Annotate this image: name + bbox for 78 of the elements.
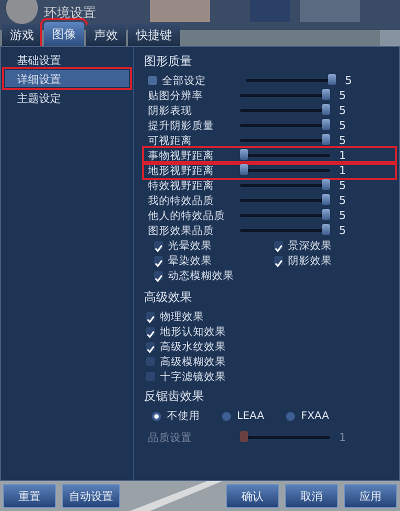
slider-label: 阴影表现 bbox=[148, 104, 193, 118]
slider-label: 事物视野距离 bbox=[148, 148, 215, 162]
slider-thumb[interactable] bbox=[322, 119, 330, 130]
checkbox-label: 地形认知效果 bbox=[160, 324, 226, 338]
checkbox[interactable] bbox=[146, 357, 155, 366]
radio-button[interactable] bbox=[286, 412, 296, 420]
radio-label: FXAA bbox=[301, 410, 330, 422]
radio-button[interactable] bbox=[222, 412, 231, 420]
action-button[interactable]: 应用 bbox=[344, 484, 397, 508]
slider-thumb[interactable] bbox=[322, 104, 330, 115]
checkbox-label: 晕染效果 bbox=[168, 254, 212, 268]
checkbox[interactable] bbox=[148, 76, 157, 85]
slider-label: 我的特效品质 bbox=[148, 194, 215, 208]
checkbox[interactable] bbox=[274, 241, 283, 250]
tab[interactable]: 声效 bbox=[86, 24, 126, 46]
sidebar-item[interactable]: 主题设定 bbox=[5, 89, 129, 106]
slider-value: 5 bbox=[344, 74, 352, 87]
slider-value: 5 bbox=[338, 194, 346, 207]
slider-label: 品质设置 bbox=[148, 430, 193, 444]
slider-thumb[interactable] bbox=[322, 209, 330, 220]
slider-label: 提升阴影质量 bbox=[148, 118, 215, 132]
radio-label: LEAA bbox=[237, 410, 264, 422]
checkbox[interactable] bbox=[274, 256, 283, 265]
section-heading: 高级效果 bbox=[144, 289, 193, 306]
tab[interactable]: 游戏 bbox=[2, 24, 42, 46]
section-heading: 图形质量 bbox=[144, 53, 193, 70]
slider-value: 5 bbox=[338, 134, 346, 147]
radio-button[interactable] bbox=[152, 412, 161, 420]
slider-thumb[interactable] bbox=[240, 164, 248, 175]
tab[interactable]: 图像 bbox=[44, 22, 84, 46]
checkbox[interactable] bbox=[146, 372, 155, 381]
slider-value: 5 bbox=[338, 179, 346, 192]
checkbox[interactable] bbox=[154, 256, 163, 265]
slider-thumb[interactable] bbox=[322, 89, 330, 100]
slider-thumb[interactable] bbox=[328, 74, 336, 85]
slider-thumb[interactable] bbox=[322, 179, 330, 190]
slider-label: 地形视野距离 bbox=[148, 164, 215, 178]
checkbox[interactable] bbox=[146, 312, 155, 321]
sidebar-item[interactable]: 详细设置 bbox=[5, 70, 129, 87]
checkbox[interactable] bbox=[146, 327, 155, 336]
checkbox[interactable] bbox=[146, 342, 155, 351]
slider-thumb[interactable] bbox=[322, 134, 330, 145]
checkbox-label: 动态模糊效果 bbox=[168, 268, 234, 282]
tab[interactable]: 快捷键 bbox=[128, 24, 180, 46]
slider-thumb[interactable] bbox=[322, 224, 330, 235]
slider-value: 5 bbox=[338, 224, 346, 237]
action-button[interactable]: 取消 bbox=[285, 484, 338, 508]
action-button[interactable]: 确认 bbox=[226, 484, 279, 508]
slider-label: 贴图分辨率 bbox=[148, 88, 204, 102]
slider-thumb[interactable] bbox=[322, 194, 330, 205]
slider-label: 可视距离 bbox=[148, 134, 193, 148]
slider-value: 5 bbox=[338, 209, 346, 222]
checkbox-label: 高级水纹效果 bbox=[160, 340, 226, 354]
checkbox-label: 景深效果 bbox=[288, 238, 332, 252]
checkbox-label: 高级模糊效果 bbox=[160, 354, 226, 368]
checkbox[interactable] bbox=[154, 271, 163, 280]
window-title: 环境设置 bbox=[44, 5, 96, 22]
slider-label: 图形效果品质 bbox=[148, 224, 215, 238]
sidebar-item[interactable]: 基础设置 bbox=[5, 51, 129, 68]
slider-value: 5 bbox=[338, 119, 346, 132]
checkbox-label: 物理效果 bbox=[160, 310, 204, 324]
checkbox-label: 阴影效果 bbox=[288, 254, 332, 268]
slider-value: 1 bbox=[338, 149, 346, 162]
slider-value: 1 bbox=[338, 431, 346, 444]
slider-value: 5 bbox=[338, 89, 346, 102]
slider-value: 5 bbox=[338, 104, 346, 117]
checkbox-label: 十字滤镜效果 bbox=[160, 370, 226, 384]
slider-thumb[interactable] bbox=[240, 149, 248, 160]
radio-label: 不使用 bbox=[167, 409, 200, 423]
action-button[interactable]: 自动设置 bbox=[62, 484, 120, 508]
slider-label: 全部设定 bbox=[162, 74, 207, 88]
slider-value: 1 bbox=[338, 164, 346, 177]
section-heading: 反锯齿效果 bbox=[144, 388, 205, 405]
slider-label: 他人的特效品质 bbox=[148, 208, 226, 222]
slider-label: 特效视野距离 bbox=[148, 178, 215, 192]
checkbox[interactable] bbox=[154, 241, 163, 250]
action-button[interactable]: 重置 bbox=[3, 484, 56, 508]
checkbox-label: 光晕效果 bbox=[168, 238, 212, 252]
